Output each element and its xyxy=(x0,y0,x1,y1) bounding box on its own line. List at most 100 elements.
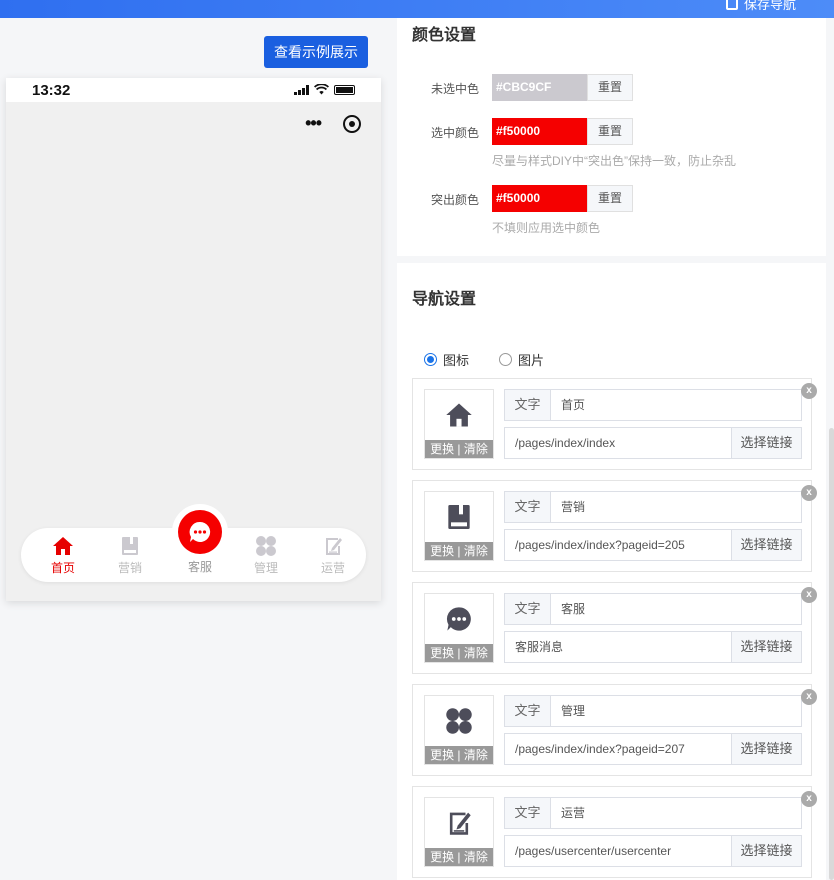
change-clear-button[interactable]: 更换 | 清除 xyxy=(425,848,493,866)
nav-text-field[interactable]: 文字 运营 xyxy=(504,797,802,829)
color-settings-card: 颜色设置 未选中色 #CBC9CF 重置 选中颜色 #f50000 重置 尽量与… xyxy=(397,18,826,256)
radio-icon-option[interactable]: 图标 xyxy=(424,350,469,369)
nav-link-field[interactable]: /pages/index/index?pageid=207 选择链接 xyxy=(504,733,802,765)
choose-link-button[interactable]: 选择链接 xyxy=(731,632,801,662)
chat-icon xyxy=(189,521,211,542)
view-example-button[interactable]: 查看示例展示 xyxy=(264,36,368,68)
status-icons xyxy=(294,84,355,95)
nav-text-field[interactable]: 文字 首页 xyxy=(504,389,802,421)
nav-link-value[interactable]: /pages/usercenter/usercenter xyxy=(505,836,731,866)
highlight-reset-button[interactable]: 重置 xyxy=(587,185,633,212)
nav-link-value[interactable]: /pages/index/index?pageid=207 xyxy=(505,734,731,764)
nav-link-field[interactable]: /pages/index/index 选择链接 xyxy=(504,427,802,459)
change-clear-button[interactable]: 更换 | 清除 xyxy=(425,440,493,458)
nav-text-value[interactable]: 运营 xyxy=(551,798,801,828)
radio-label: 图片 xyxy=(518,353,545,368)
preview-tab-label: 营销 xyxy=(117,561,142,575)
nav-text-value[interactable]: 管理 xyxy=(551,696,801,726)
preview-tab-operation[interactable]: 运营 xyxy=(313,536,353,576)
edit-icon xyxy=(449,812,471,835)
preview-tab-label: 客服 xyxy=(187,560,212,574)
nav-link-field[interactable]: 客服消息 选择链接 xyxy=(504,631,802,663)
clover-icon xyxy=(446,708,472,734)
book-icon xyxy=(448,505,470,529)
nav-text-value[interactable]: 营销 xyxy=(551,492,801,522)
preview-tab-label: 运营 xyxy=(320,561,345,575)
text-prefix: 文字 xyxy=(505,492,551,522)
preview-tab-service-button[interactable] xyxy=(178,510,222,554)
selected-color-input[interactable]: #f50000 xyxy=(492,118,588,145)
nav-item-icon-picker[interactable]: 更换 | 清除 xyxy=(424,491,494,561)
battery-icon xyxy=(334,84,355,95)
highlight-color-hint: 不填则应用选中颜色 xyxy=(492,221,601,235)
signal-icon xyxy=(294,84,309,95)
highlight-color-input[interactable]: #f50000 xyxy=(492,185,588,212)
remove-item-button[interactable]: x xyxy=(801,791,817,807)
nav-link-value[interactable]: 客服消息 xyxy=(505,632,731,662)
preview-tab-manage[interactable]: 管理 xyxy=(246,536,286,576)
remove-item-button[interactable]: x xyxy=(801,587,817,603)
preview-tabbar: 首页 营销 客服 管理 运营 xyxy=(21,504,366,582)
nav-link-value[interactable]: /pages/index/index?pageid=205 xyxy=(505,530,731,560)
mini-program-capsule: ••• xyxy=(305,113,361,134)
scrollbar[interactable] xyxy=(829,428,834,880)
text-prefix: 文字 xyxy=(505,696,551,726)
color-settings-title: 颜色设置 xyxy=(412,27,477,44)
unselected-color-label: 未选中色 xyxy=(430,82,479,96)
edit-icon xyxy=(326,538,342,555)
chat-icon xyxy=(446,607,471,631)
selected-color-hint: 尽量与样式DIY中“突出色”保持一致，防止杂乱 xyxy=(492,154,736,168)
close-target-icon[interactable] xyxy=(343,114,361,133)
nav-link-field[interactable]: /pages/usercenter/usercenter 选择链接 xyxy=(504,835,802,867)
preview-tab-label: 首页 xyxy=(50,561,75,575)
nav-link-field[interactable]: /pages/index/index?pageid=205 选择链接 xyxy=(504,529,802,561)
preview-tab-marketing[interactable]: 营销 xyxy=(110,536,150,576)
clover-icon xyxy=(256,536,276,556)
remove-item-button[interactable]: x xyxy=(801,485,817,501)
radio-unchecked-icon xyxy=(499,353,513,366)
radio-image-option[interactable]: 图片 xyxy=(499,350,544,369)
wifi-icon xyxy=(314,84,329,95)
home-icon xyxy=(446,403,472,427)
settings-pane: 颜色设置 未选中色 #CBC9CF 重置 选中颜色 #f50000 重置 尽量与… xyxy=(397,18,834,880)
nav-item-icon-picker[interactable]: 更换 | 清除 xyxy=(424,695,494,765)
remove-item-button[interactable]: x xyxy=(801,689,817,705)
choose-link-button[interactable]: 选择链接 xyxy=(731,836,801,866)
phone-preview: 13:32 ••• 首页 营销 客服 管理 运营 xyxy=(6,78,381,601)
remove-item-button[interactable]: x xyxy=(801,383,817,399)
nav-settings-card: 导航设置 图标 图片 更换 | 清除 文字 首页 /pages/index/in xyxy=(397,263,826,880)
selected-reset-button[interactable]: 重置 xyxy=(587,118,633,145)
save-label: 保存导航 xyxy=(743,0,796,12)
save-button[interactable]: 保存导航 xyxy=(725,0,796,13)
nav-text-value[interactable]: 客服 xyxy=(551,594,801,624)
highlight-color-label: 突出颜色 xyxy=(430,193,479,207)
nav-text-field[interactable]: 文字 客服 xyxy=(504,593,802,625)
nav-item-icon-picker[interactable]: 更换 | 清除 xyxy=(424,389,494,459)
change-clear-button[interactable]: 更换 | 清除 xyxy=(425,644,493,662)
change-clear-button[interactable]: 更换 | 清除 xyxy=(425,542,493,560)
unselected-reset-button[interactable]: 重置 xyxy=(587,74,633,101)
nav-text-value[interactable]: 首页 xyxy=(551,390,801,420)
preview-tab-home[interactable]: 首页 xyxy=(43,536,83,576)
choose-link-button[interactable]: 选择链接 xyxy=(731,428,801,458)
choose-link-button[interactable]: 选择链接 xyxy=(731,734,801,764)
top-bar: 保存导航 xyxy=(0,0,834,18)
nav-item: 更换 | 清除 文字 营销 /pages/index/index?pageid=… xyxy=(412,480,817,572)
book-icon xyxy=(122,537,138,555)
radio-label: 图标 xyxy=(443,353,470,368)
nav-text-field[interactable]: 文字 管理 xyxy=(504,695,802,727)
nav-item-icon-picker[interactable]: 更换 | 清除 xyxy=(424,593,494,663)
change-clear-button[interactable]: 更换 | 清除 xyxy=(425,746,493,764)
preview-tab-label: 管理 xyxy=(253,561,278,575)
nav-link-value[interactable]: /pages/index/index xyxy=(505,428,731,458)
nav-item-icon-picker[interactable]: 更换 | 清除 xyxy=(424,797,494,867)
nav-item: 更换 | 清除 文字 管理 /pages/index/index?pageid=… xyxy=(412,684,817,776)
text-prefix: 文字 xyxy=(505,594,551,624)
nav-settings-title: 导航设置 xyxy=(412,291,477,308)
more-icon[interactable]: ••• xyxy=(305,113,322,134)
unselected-color-input[interactable]: #CBC9CF xyxy=(492,74,588,101)
nav-text-field[interactable]: 文字 营销 xyxy=(504,491,802,523)
status-bar: 13:32 xyxy=(6,78,381,102)
nav-type-radio-group: 图标 图片 xyxy=(424,350,544,369)
choose-link-button[interactable]: 选择链接 xyxy=(731,530,801,560)
